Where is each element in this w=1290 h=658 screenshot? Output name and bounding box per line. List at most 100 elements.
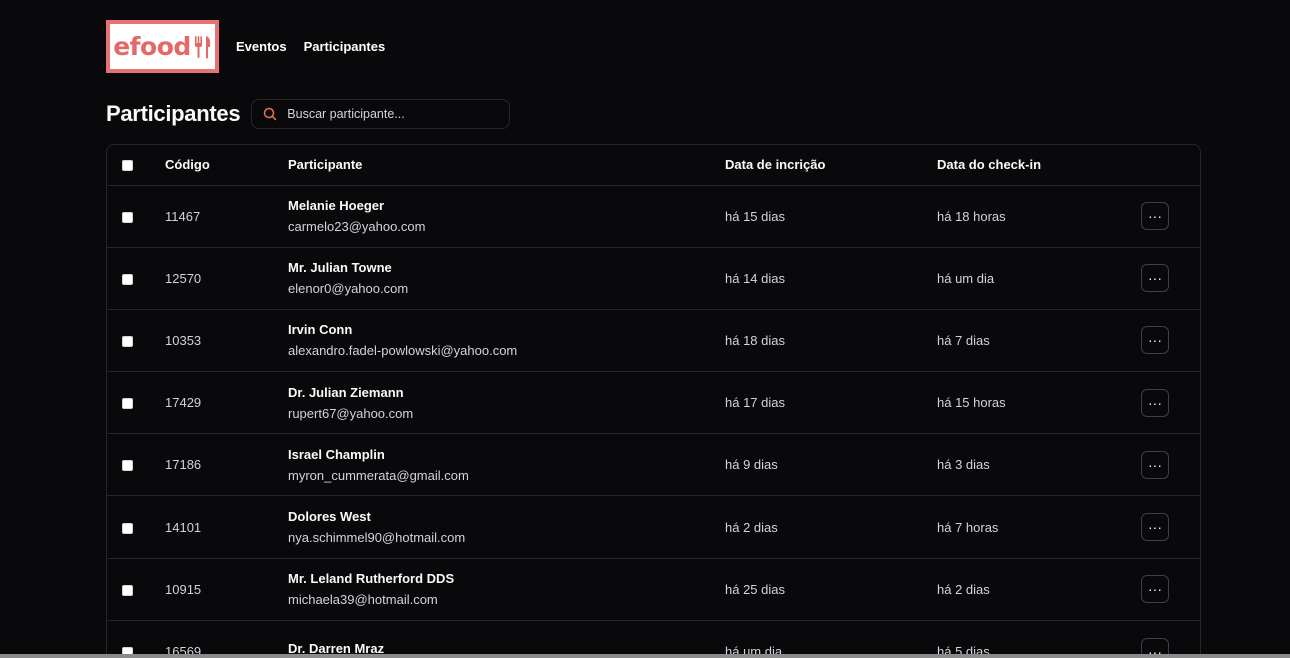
participant-name: Mr. Julian Towne bbox=[288, 260, 392, 276]
search-icon bbox=[264, 107, 277, 121]
row-checkbox[interactable] bbox=[122, 522, 133, 534]
row-select-cell bbox=[107, 309, 165, 371]
more-horizontal-icon: ··· bbox=[1148, 208, 1162, 225]
row-code: 17429 bbox=[165, 395, 202, 411]
participant-email: alexandro.fadel-powlowski@yahoo.com bbox=[288, 343, 518, 359]
row-participant: Irvin Conn alexandro.fadel-powlowski@yah… bbox=[288, 309, 725, 371]
row-registered: há um dia bbox=[725, 644, 783, 658]
search-input[interactable] bbox=[287, 107, 488, 121]
row-checkin: há 2 dias bbox=[937, 581, 990, 597]
participant-email: michaela39@hotmail.com bbox=[288, 592, 438, 608]
title-bar: Participantes bbox=[106, 99, 511, 129]
row-checkin: há 5 dias bbox=[937, 644, 990, 658]
row-participant: Dr. Julian Ziemann rupert67@yahoo.com bbox=[288, 372, 725, 434]
row-checkbox[interactable] bbox=[122, 460, 133, 472]
participant-name: Mr. Leland Rutherford DDS bbox=[288, 571, 455, 587]
table-body: 11467 Melanie Hoeger carmelo23@yahoo.com… bbox=[107, 185, 1200, 658]
header-code[interactable]: Código bbox=[165, 145, 288, 185]
row-actions: ··· bbox=[1141, 620, 1200, 658]
row-actions: ··· bbox=[1141, 185, 1200, 247]
row-code: 17186 bbox=[165, 457, 202, 473]
row-participant: Melanie Hoeger carmelo23@yahoo.com bbox=[288, 185, 725, 247]
row-participant: Dr. Darren Mraz bbox=[288, 620, 725, 658]
participants-table: Código Participante Data de incrição Dat… bbox=[106, 144, 1201, 658]
horizontal-scrollbar[interactable] bbox=[0, 654, 1290, 658]
participant-email: rupert67@yahoo.com bbox=[288, 405, 414, 421]
more-horizontal-icon: ··· bbox=[1148, 519, 1162, 536]
row-registered: há 18 dias bbox=[725, 332, 785, 348]
table-row: 12570 Mr. Julian Towne elenor0@yahoo.com… bbox=[107, 247, 1200, 309]
table-row: 11467 Melanie Hoeger carmelo23@yahoo.com… bbox=[107, 185, 1200, 247]
row-actions: ··· bbox=[1141, 496, 1200, 558]
table-header-row: Código Participante Data de incrição Dat… bbox=[107, 145, 1200, 185]
row-checkbox[interactable] bbox=[122, 398, 133, 410]
row-registered: há 17 dias bbox=[725, 395, 785, 411]
header-actions bbox=[1141, 145, 1200, 185]
participant-name: Israel Champlin bbox=[288, 446, 385, 462]
row-registered: há 14 dias bbox=[725, 270, 785, 286]
logo-text: efood bbox=[113, 32, 191, 61]
header-registered[interactable]: Data de incrição bbox=[725, 145, 937, 185]
row-checkbox[interactable] bbox=[122, 336, 133, 348]
header-checkin[interactable]: Data do check-in bbox=[937, 145, 1141, 185]
more-horizontal-icon: ··· bbox=[1148, 332, 1162, 349]
more-options-button[interactable]: ··· bbox=[1141, 264, 1169, 293]
more-options-button[interactable]: ··· bbox=[1141, 202, 1169, 231]
more-options-button[interactable]: ··· bbox=[1141, 575, 1169, 604]
more-options-button[interactable]: ··· bbox=[1141, 450, 1169, 479]
row-participant: Mr. Julian Towne elenor0@yahoo.com bbox=[288, 247, 725, 309]
row-actions: ··· bbox=[1141, 247, 1200, 309]
participant-name: Dolores West bbox=[288, 509, 371, 525]
row-actions: ··· bbox=[1141, 309, 1200, 371]
row-checkin: há 3 dias bbox=[937, 457, 990, 473]
select-all-checkbox[interactable] bbox=[122, 160, 133, 172]
row-checkin: há 7 horas bbox=[937, 519, 999, 535]
participant-email: elenor0@yahoo.com bbox=[288, 281, 409, 297]
participant-name: Irvin Conn bbox=[288, 322, 353, 338]
row-registered: há 25 dias bbox=[725, 581, 785, 597]
row-code: 10915 bbox=[165, 581, 202, 597]
page: efood Eventos Participantes Participante… bbox=[0, 0, 1290, 658]
row-registered: há 15 dias bbox=[725, 208, 785, 224]
page-title: Participantes bbox=[106, 101, 241, 126]
participant-name: Dr. Julian Ziemann bbox=[288, 384, 404, 400]
table-row: 10915 Mr. Leland Rutherford DDS michaela… bbox=[107, 558, 1200, 620]
efood-logo[interactable]: efood bbox=[106, 20, 219, 73]
table-row: 16569 Dr. Darren Mraz há um dia há 5 dia… bbox=[107, 620, 1200, 658]
nav-link-participantes[interactable]: Participantes bbox=[304, 39, 386, 54]
row-select-cell bbox=[107, 247, 165, 309]
row-select-cell bbox=[107, 185, 165, 247]
select-all-cell bbox=[107, 145, 165, 185]
more-horizontal-icon: ··· bbox=[1148, 456, 1162, 473]
more-options-button[interactable]: ··· bbox=[1141, 388, 1169, 417]
table-row: 14101 Dolores West nya.schimmel90@hotmai… bbox=[107, 495, 1200, 558]
participant-name: Melanie Hoeger bbox=[288, 198, 385, 214]
main-nav: Eventos Participantes bbox=[236, 39, 385, 54]
row-actions: ··· bbox=[1141, 558, 1200, 620]
row-code: 16569 bbox=[165, 644, 202, 658]
nav-link-eventos[interactable]: Eventos bbox=[236, 39, 287, 54]
participant-email: nya.schimmel90@hotmail.com bbox=[288, 530, 466, 546]
more-options-button[interactable]: ··· bbox=[1141, 513, 1169, 542]
search-box[interactable] bbox=[251, 99, 511, 129]
row-actions: ··· bbox=[1141, 372, 1200, 434]
row-registered: há 9 dias bbox=[725, 457, 778, 473]
more-horizontal-icon: ··· bbox=[1148, 270, 1162, 287]
table-row: 10353 Irvin Conn alexandro.fadel-powlows… bbox=[107, 309, 1200, 371]
row-checkbox[interactable] bbox=[122, 211, 133, 223]
row-registered: há 2 dias bbox=[725, 519, 778, 535]
row-select-cell bbox=[107, 434, 165, 496]
fork-knife-icon bbox=[194, 35, 210, 58]
row-code: 10353 bbox=[165, 332, 202, 348]
participant-email: carmelo23@yahoo.com bbox=[288, 219, 426, 235]
row-checkbox[interactable] bbox=[122, 273, 133, 285]
row-code: 12570 bbox=[165, 270, 202, 286]
row-select-cell bbox=[107, 620, 165, 658]
header-participant[interactable]: Participante bbox=[288, 145, 725, 185]
row-checkbox[interactable] bbox=[122, 584, 133, 596]
row-code: 14101 bbox=[165, 519, 202, 535]
row-checkin: há um dia bbox=[937, 270, 995, 286]
row-participant: Israel Champlin myron_cummerata@gmail.co… bbox=[288, 434, 725, 496]
row-checkin: há 15 horas bbox=[937, 395, 1006, 411]
more-options-button[interactable]: ··· bbox=[1141, 326, 1169, 355]
